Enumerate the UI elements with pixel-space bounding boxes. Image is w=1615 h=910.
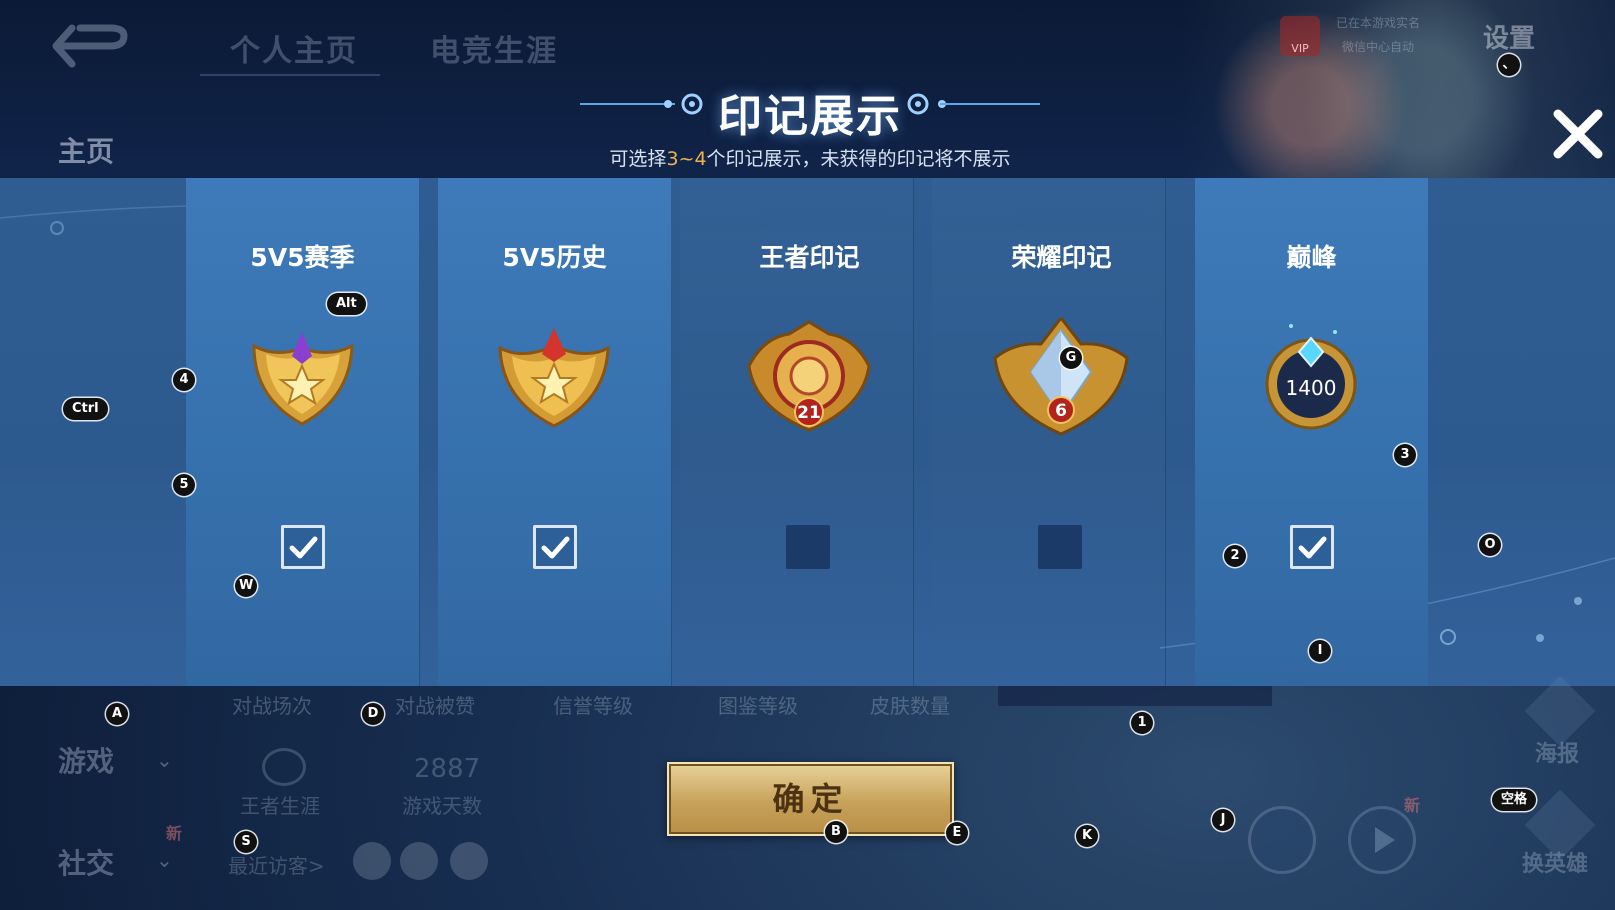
- days-label: 游戏天数: [402, 794, 482, 818]
- key-hint-e: E: [946, 822, 968, 844]
- subtitle-suffix: 个印记展示，未获得的印记将不展示: [706, 148, 1011, 170]
- key-hint-alt: Alt: [327, 293, 366, 315]
- key-hint-5: 5: [173, 474, 195, 496]
- new-tag: 新: [166, 824, 183, 843]
- checkbox-5v5-season[interactable]: [281, 525, 325, 569]
- chevron-down-icon: ⌄: [156, 748, 173, 772]
- checkbox-king-emblem[interactable]: [786, 525, 830, 569]
- column-title-peak: 巅峰: [1286, 243, 1337, 272]
- emote-button[interactable]: [1248, 806, 1316, 874]
- history-gold-star-badge-icon: [498, 328, 610, 428]
- column-title-5v5-history: 5V5历史: [502, 243, 607, 272]
- key-hint-comma: 、: [1498, 54, 1520, 76]
- dialog-title: 印记展示: [718, 91, 902, 142]
- stat-credit: 信誉等级: [553, 694, 633, 718]
- visitor-avatar[interactable]: [400, 842, 438, 880]
- career-label: 王者生涯: [240, 794, 320, 818]
- stat-collection: 图鉴等级: [718, 694, 798, 718]
- visitor-avatar[interactable]: [450, 842, 488, 880]
- confirm-button[interactable]: 确定: [667, 762, 954, 836]
- dialog-subtitle: 可选择3~4个印记展示，未获得的印记将不展示: [560, 144, 1060, 171]
- checkbox-5v5-history[interactable]: [533, 525, 577, 569]
- key-hint-ctrl: Ctrl: [63, 398, 108, 420]
- checkbox-peak[interactable]: [1290, 525, 1334, 569]
- peak-score: 1400: [1286, 376, 1337, 400]
- stat-battles: 对战场次: [232, 694, 312, 718]
- tab-underline: [200, 74, 380, 76]
- checkbox-glory-emblem[interactable]: [1038, 525, 1082, 569]
- key-hint-j: J: [1212, 809, 1234, 831]
- chevron-down-icon: ⌄: [156, 848, 173, 872]
- nav-home[interactable]: 主页: [58, 130, 114, 170]
- checkmark-icon: [289, 536, 318, 559]
- key-hint-a: A: [106, 703, 128, 725]
- switch-hero-label[interactable]: 换英雄: [1522, 846, 1588, 878]
- vip-line-2: 微信中心自动: [1342, 40, 1415, 54]
- recent-visitors-link[interactable]: 最近访客>: [228, 850, 325, 879]
- subtitle-range: 3~4: [666, 148, 707, 170]
- key-hint-1: 1: [1131, 712, 1153, 734]
- glory-emblem-number: 6: [1055, 401, 1067, 421]
- key-hint-2: 2: [1224, 545, 1246, 567]
- key-hint-3: 3: [1394, 444, 1416, 466]
- dim-banner: [998, 686, 1272, 706]
- key-hint-s: S: [235, 831, 257, 853]
- glory-emblem-badge-icon: 6: [993, 318, 1129, 436]
- new-tag: 新: [1404, 796, 1421, 815]
- king-emblem-number: 21: [797, 403, 821, 423]
- stat-skins: 皮肤数量: [870, 694, 950, 718]
- key-hint-d: D: [362, 703, 384, 725]
- key-hint-4: 4: [173, 369, 195, 391]
- career-icon: [262, 748, 306, 786]
- season-gold-star-badge-icon: [252, 332, 354, 426]
- tab-profile[interactable]: 个人主页: [230, 26, 358, 70]
- key-hint-i: I: [1309, 640, 1331, 662]
- king-emblem-badge-icon: 21: [747, 320, 871, 432]
- settings-button[interactable]: 设置: [1483, 18, 1535, 55]
- close-icon[interactable]: [1548, 104, 1608, 164]
- vip-line-1: 已在本游戏实名: [1336, 16, 1421, 30]
- nav-game[interactable]: 游戏: [58, 740, 114, 780]
- subtitle-prefix: 可选择: [609, 148, 667, 170]
- checkmark-icon: [1298, 536, 1327, 559]
- key-hint-k: K: [1076, 825, 1098, 847]
- checkmark-icon: [541, 536, 570, 559]
- days-value: 2887: [414, 754, 481, 784]
- key-hint-o: O: [1479, 534, 1501, 556]
- column-title-glory-emblem: 荣耀印记: [1011, 243, 1112, 272]
- back-arrow-icon[interactable]: [50, 22, 130, 70]
- visitor-avatar[interactable]: [353, 842, 391, 880]
- key-hint-space: 空格: [1492, 789, 1537, 811]
- peak-emblem-badge-icon: 1400: [1265, 324, 1357, 430]
- nav-social[interactable]: 社交: [58, 842, 114, 882]
- column-title-king-emblem: 王者印记: [759, 243, 860, 272]
- play-icon: [1375, 827, 1395, 853]
- vip-badge: VIP: [1280, 16, 1320, 56]
- tab-esports-career[interactable]: 电竞生涯: [430, 26, 558, 70]
- stat-likes: 对战被赞: [395, 694, 475, 718]
- key-hint-g: G: [1060, 347, 1082, 369]
- play-button[interactable]: [1348, 806, 1416, 874]
- key-hint-b: B: [825, 821, 847, 843]
- column-title-5v5-season: 5V5赛季: [250, 243, 355, 272]
- poster-label[interactable]: 海报: [1535, 736, 1579, 768]
